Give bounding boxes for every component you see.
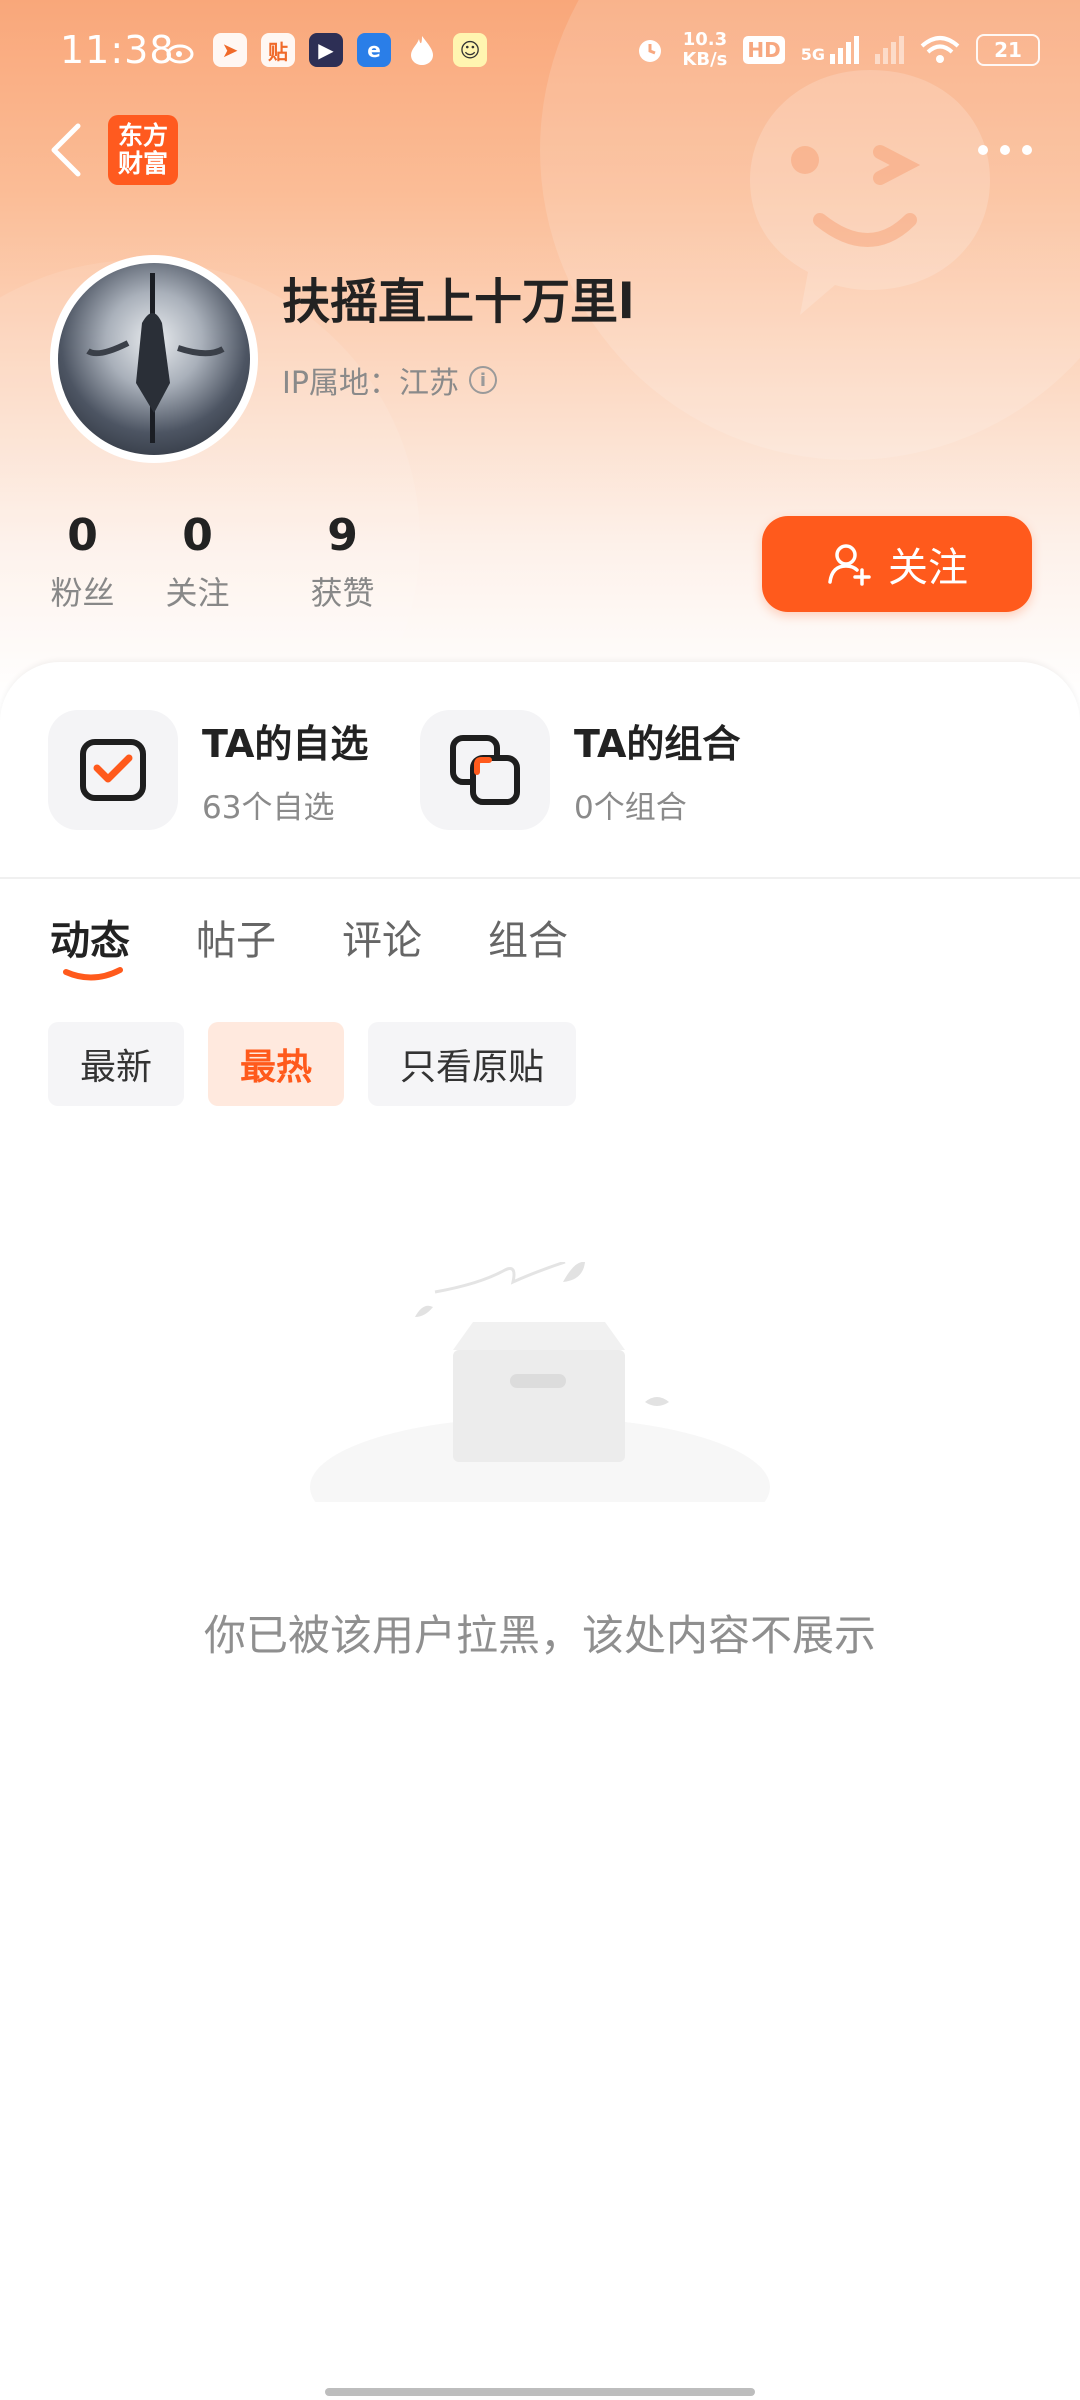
stat-likes[interactable]: 9 获赞: [270, 510, 415, 614]
feature-title: TA的自选: [202, 722, 369, 766]
play-app-icon: ▶: [309, 33, 343, 67]
tab-label: 动态: [50, 918, 130, 964]
signal-5g-icon: 5G: [801, 36, 859, 64]
net-speed-value: 10.3: [682, 29, 728, 50]
empty-box-illustration: [310, 1262, 770, 1502]
back-arrow-icon[interactable]: [42, 118, 92, 182]
info-icon[interactable]: i: [468, 366, 497, 394]
tab-label: 帖子: [196, 918, 276, 964]
status-time: 11:38: [60, 28, 175, 72]
ta-watchlist-entry[interactable]: TA的自选 63个自选: [48, 710, 368, 830]
tab-label: 评论: [342, 918, 422, 964]
empty-state-message: 你已被该用户拉黑，该处内容不展示: [203, 1611, 876, 1660]
avatar-image: [58, 263, 250, 455]
content-card: TA的自选 63个自选 TA的组合 0个组合 动态 帖子 评论 组合 最新 最热…: [0, 662, 1080, 2400]
profile-stats: 0 粉丝 0 关注 9 获赞: [40, 510, 415, 614]
section-divider: [0, 877, 1080, 879]
tab-comments[interactable]: 评论: [342, 908, 422, 966]
follow-button-label: 关注: [888, 545, 968, 591]
filter-original-only[interactable]: 只看原贴: [368, 1022, 577, 1106]
stat-label: 关注: [165, 574, 230, 612]
browser-app-icon: e: [357, 33, 391, 67]
ip-location: IP属地：江苏 i: [282, 358, 497, 402]
hd-icon: HD: [743, 36, 785, 64]
status-bar: 11:38 ➤ 贴 ▶ e ☺ 10.3 KB/s HD 5G 21: [0, 0, 1080, 110]
stat-label: 获赞: [310, 574, 375, 612]
flame-app-icon: [411, 36, 433, 65]
alarm-icon: [639, 40, 662, 62]
feature-subtitle: 63个自选: [202, 790, 335, 826]
stat-following[interactable]: 0 关注: [125, 510, 270, 614]
stat-label: 粉丝: [50, 574, 115, 612]
stat-value: 9: [327, 510, 358, 561]
watchlist-icon: [48, 710, 178, 830]
content-tabs: 动态 帖子 评论 组合: [50, 908, 568, 981]
avatar[interactable]: [50, 255, 258, 463]
signal-secondary-icon: [875, 36, 904, 64]
stat-fans[interactable]: 0 粉丝: [40, 510, 125, 614]
network-type: 5G: [800, 45, 825, 64]
net-speed-unit: KB/s: [682, 49, 728, 70]
net-speed: 10.3 KB/s: [682, 30, 727, 70]
tie-app-icon: 贴: [261, 33, 295, 67]
filter-latest[interactable]: 最新: [48, 1022, 185, 1106]
ta-portfolio-entry[interactable]: TA的组合 0个组合: [420, 710, 740, 830]
tab-portfolios[interactable]: 组合: [488, 908, 568, 966]
tab-posts[interactable]: 帖子: [196, 908, 276, 966]
cartoon-app-icon: ☺: [453, 33, 487, 67]
battery-indicator: 21: [976, 34, 1040, 66]
paper-plane-app-icon: ➤: [213, 33, 247, 67]
username: 扶摇直上十万里l: [282, 274, 635, 330]
stat-value: 0: [182, 510, 213, 561]
follow-button[interactable]: 关注: [762, 516, 1032, 612]
filter-hottest[interactable]: 最热: [208, 1022, 345, 1106]
status-app-icons: ➤ 贴 ▶ e ☺: [165, 33, 487, 67]
add-user-icon: [828, 544, 871, 586]
ip-location-label: IP属地：江苏: [282, 366, 459, 401]
more-options-icon[interactable]: [978, 135, 1040, 165]
stat-value: 0: [67, 510, 98, 561]
feature-subtitle: 0个组合: [574, 790, 687, 826]
eastmoney-logo: 东方 财富: [108, 115, 178, 185]
logo-line-1: 东方: [117, 121, 168, 150]
weibo-icon: [166, 44, 194, 64]
wifi-icon: [920, 36, 960, 63]
portfolio-icon: [420, 710, 550, 830]
feature-title: TA的组合: [574, 722, 741, 766]
logo-line-2: 财富: [117, 149, 168, 178]
home-indicator[interactable]: [325, 2388, 755, 2396]
tab-activity[interactable]: 动态: [50, 908, 130, 981]
status-right-icons: 10.3 KB/s HD 5G 21: [634, 30, 1040, 70]
sort-filters: 最新 最热 只看原贴: [48, 1022, 577, 1106]
tab-label: 组合: [488, 918, 568, 964]
active-tab-indicator: [63, 967, 123, 981]
